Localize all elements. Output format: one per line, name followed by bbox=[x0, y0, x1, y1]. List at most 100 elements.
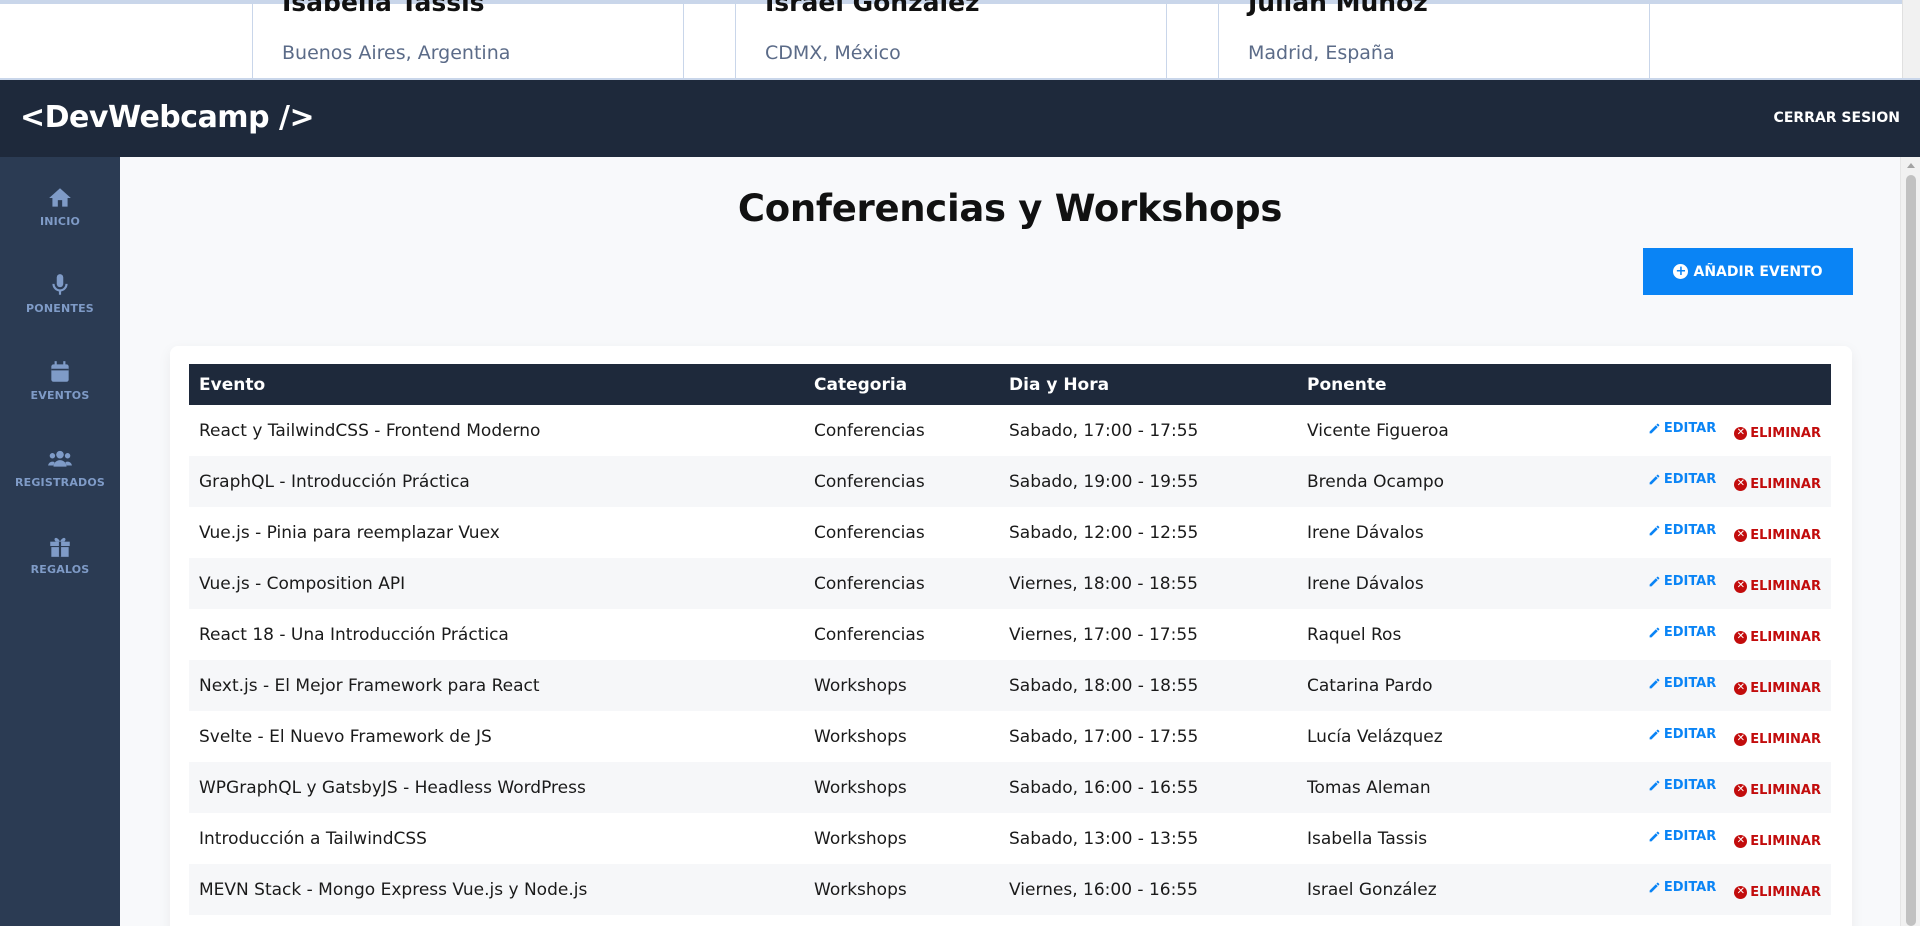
delete-button[interactable]: ✕ ELIMINAR bbox=[1734, 885, 1821, 900]
table-row: Next.js - El Mejor Framework para React W… bbox=[189, 660, 1831, 711]
delete-label: ELIMINAR bbox=[1750, 884, 1821, 900]
edit-button[interactable]: EDITAR bbox=[1648, 829, 1716, 844]
edit-button[interactable]: EDITAR bbox=[1648, 727, 1716, 742]
x-circle-icon: ✕ bbox=[1734, 528, 1748, 542]
sidebar-item-regalos[interactable]: REGALOS bbox=[0, 533, 120, 576]
evento-cell: Introducción a TailwindCSS bbox=[199, 828, 427, 849]
add-event-label: AÑADIR EVENTO bbox=[1693, 263, 1823, 280]
x-circle-icon: ✕ bbox=[1734, 885, 1748, 899]
events-table: Evento Categoria Dia y Hora Ponente Reac… bbox=[189, 364, 1831, 915]
delete-button[interactable]: ✕ ELIMINAR bbox=[1734, 834, 1821, 849]
actions-cell: EDITAR ✕ ELIMINAR bbox=[1595, 558, 1831, 609]
speaker-name: Isabella Tassis bbox=[282, 0, 485, 17]
sidebar-item-eventos[interactable]: EVENTOS bbox=[0, 359, 120, 402]
x-circle-icon: ✕ bbox=[1734, 681, 1748, 695]
table-row: React 18 - Una Introducción Práctica Conf… bbox=[189, 609, 1831, 660]
actions-cell: EDITAR ✕ ELIMINAR bbox=[1595, 660, 1831, 711]
dia-hora-cell: Sabado, 17:00 - 17:55 bbox=[1009, 726, 1199, 747]
table-row: MEVN Stack - Mongo Express Vue.js y Node… bbox=[189, 864, 1831, 915]
main-content: Conferencias y Workshops + AÑADIR EVENTO… bbox=[120, 157, 1900, 926]
x-circle-icon: ✕ bbox=[1734, 834, 1748, 848]
edit-label: EDITAR bbox=[1663, 829, 1717, 845]
column-header-dia-hora: Dia y Hora bbox=[1009, 374, 1110, 395]
x-circle-icon: ✕ bbox=[1734, 630, 1748, 644]
sidebar: INICIO PONENTES EVENTOS REGISTRADOS REGA… bbox=[0, 157, 120, 926]
edit-button[interactable]: EDITAR bbox=[1648, 421, 1716, 436]
page-title: Conferencias y Workshops bbox=[737, 187, 1283, 230]
actions-cell: EDITAR ✕ ELIMINAR bbox=[1595, 813, 1831, 864]
delete-button[interactable]: ✕ ELIMINAR bbox=[1734, 426, 1821, 441]
delete-label: ELIMINAR bbox=[1750, 476, 1821, 492]
background-scrollbar[interactable] bbox=[1902, 0, 1920, 78]
delete-button[interactable]: ✕ ELIMINAR bbox=[1734, 630, 1821, 645]
evento-cell: React y TailwindCSS - Frontend Moderno bbox=[199, 420, 541, 441]
edit-button[interactable]: EDITAR bbox=[1648, 472, 1716, 487]
actions-cell: EDITAR ✕ ELIMINAR bbox=[1595, 711, 1831, 762]
page-scrollbar[interactable] bbox=[1900, 157, 1920, 926]
column-header-evento: Evento bbox=[199, 374, 266, 395]
delete-label: ELIMINAR bbox=[1750, 578, 1821, 594]
edit-label: EDITAR bbox=[1663, 625, 1717, 641]
edit-button[interactable]: EDITAR bbox=[1648, 625, 1716, 640]
categoria-cell: Workshops bbox=[814, 777, 907, 798]
calendar-icon bbox=[51, 361, 69, 382]
sidebar-item-registrados[interactable]: REGISTRADOS bbox=[0, 446, 120, 489]
edit-label: EDITAR bbox=[1663, 676, 1717, 692]
events-table-card: Evento Categoria Dia y Hora Ponente Reac… bbox=[170, 346, 1852, 926]
logout-link[interactable]: CERRAR SESION bbox=[1774, 110, 1900, 126]
edit-button[interactable]: EDITAR bbox=[1648, 574, 1716, 589]
pencil-icon bbox=[1649, 576, 1660, 587]
ponente-cell: Irene Dávalos bbox=[1307, 573, 1424, 594]
speaker-card: Julián Muñoz Madrid, España bbox=[1218, 0, 1650, 78]
evento-cell: MEVN Stack - Mongo Express Vue.js y Node… bbox=[199, 879, 588, 900]
delete-button[interactable]: ✕ ELIMINAR bbox=[1734, 681, 1821, 696]
edit-button[interactable]: EDITAR bbox=[1648, 676, 1716, 691]
edit-button[interactable]: EDITAR bbox=[1648, 880, 1716, 895]
dia-hora-cell: Viernes, 16:00 - 16:55 bbox=[1009, 879, 1198, 900]
sidebar-item-label: REGISTRADOS bbox=[14, 476, 106, 489]
ponente-cell: Lucía Velázquez bbox=[1307, 726, 1443, 747]
dia-hora-cell: Sabado, 16:00 - 16:55 bbox=[1009, 777, 1199, 798]
dia-hora-cell: Viernes, 18:00 - 18:55 bbox=[1009, 573, 1198, 594]
delete-button[interactable]: ✕ ELIMINAR bbox=[1734, 783, 1821, 798]
delete-label: ELIMINAR bbox=[1750, 731, 1821, 747]
scrollbar-thumb[interactable] bbox=[1906, 175, 1916, 926]
categoria-cell: Workshops bbox=[814, 828, 907, 849]
ponente-cell: Raquel Ros bbox=[1307, 624, 1402, 645]
home-icon bbox=[49, 188, 71, 207]
categoria-cell: Conferencias bbox=[814, 573, 925, 594]
add-event-button[interactable]: + AÑADIR EVENTO bbox=[1643, 248, 1853, 295]
delete-label: ELIMINAR bbox=[1750, 782, 1821, 798]
evento-cell: Next.js - El Mejor Framework para React bbox=[199, 675, 540, 696]
evento-cell: Svelte - El Nuevo Framework de JS bbox=[199, 726, 492, 747]
pencil-icon bbox=[1649, 882, 1660, 893]
ponente-cell: Isabella Tassis bbox=[1307, 828, 1428, 849]
delete-button[interactable]: ✕ ELIMINAR bbox=[1734, 579, 1821, 594]
delete-label: ELIMINAR bbox=[1750, 527, 1821, 543]
x-circle-icon: ✕ bbox=[1734, 732, 1748, 746]
x-circle-icon: ✕ bbox=[1734, 783, 1748, 797]
dia-hora-cell: Sabado, 19:00 - 19:55 bbox=[1009, 471, 1199, 492]
sidebar-item-ponentes[interactable]: PONENTES bbox=[0, 272, 120, 315]
sidebar-item-inicio[interactable]: INICIO bbox=[0, 185, 120, 228]
delete-button[interactable]: ✕ ELIMINAR bbox=[1734, 477, 1821, 492]
delete-button[interactable]: ✕ ELIMINAR bbox=[1734, 528, 1821, 543]
edit-button[interactable]: EDITAR bbox=[1648, 523, 1716, 538]
categoria-cell: Conferencias bbox=[814, 624, 925, 645]
column-header-categoria: Categoria bbox=[814, 374, 908, 395]
background-speakers-strip: Isabella Tassis Buenos Aires, Argentina … bbox=[0, 0, 1920, 80]
edit-label: EDITAR bbox=[1663, 778, 1717, 794]
column-header-ponente: Ponente bbox=[1307, 374, 1387, 395]
x-circle-icon: ✕ bbox=[1734, 579, 1748, 593]
delete-button[interactable]: ✕ ELIMINAR bbox=[1734, 732, 1821, 747]
categoria-cell: Workshops bbox=[814, 726, 907, 747]
speaker-location: Buenos Aires, Argentina bbox=[282, 42, 511, 64]
scroll-up-arrow-icon[interactable] bbox=[1907, 163, 1915, 168]
categoria-cell: Conferencias bbox=[814, 471, 925, 492]
dia-hora-cell: Sabado, 13:00 - 13:55 bbox=[1009, 828, 1199, 849]
dia-hora-cell: Viernes, 17:00 - 17:55 bbox=[1009, 624, 1198, 645]
delete-label: ELIMINAR bbox=[1750, 833, 1821, 849]
logo-link[interactable]: <DevWebcamp /> bbox=[20, 100, 315, 135]
edit-button[interactable]: EDITAR bbox=[1648, 778, 1716, 793]
speaker-location: CDMX, México bbox=[765, 42, 901, 64]
